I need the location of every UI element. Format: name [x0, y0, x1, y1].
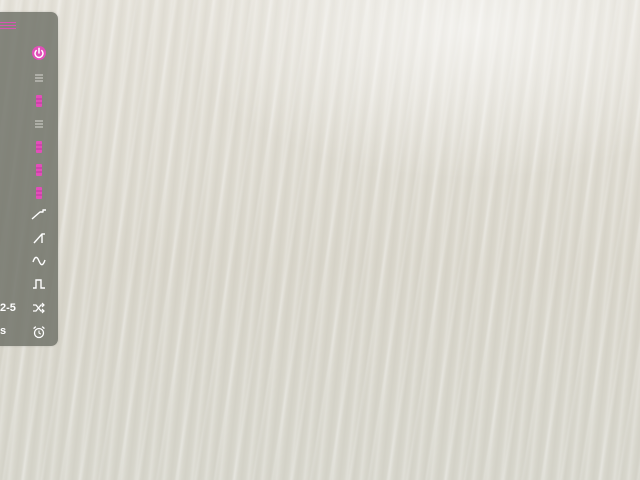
power-icon	[32, 46, 46, 60]
square-wave-icon	[33, 279, 45, 289]
sine-wave-button[interactable]	[28, 251, 50, 271]
shuffle-side-label: 2-5	[0, 302, 16, 314]
ramp-wave-icon	[31, 209, 46, 220]
alarm-icon	[33, 326, 45, 339]
color-2-button[interactable]	[28, 137, 50, 157]
alarm-side-label: s	[0, 325, 7, 337]
sawtooth-wave-icon	[33, 233, 45, 244]
sine-wave-icon	[32, 256, 46, 266]
power-button[interactable]	[28, 43, 50, 63]
palette-icon	[36, 95, 42, 107]
square-wave-button[interactable]	[28, 274, 50, 294]
list-icon	[35, 74, 43, 82]
shuffle-button[interactable]	[28, 298, 50, 318]
ramp-wave-button[interactable]	[28, 205, 50, 225]
shuffle-icon	[33, 302, 45, 314]
effects-sidebar: 2-5 s	[0, 12, 58, 346]
sawtooth-wave-button[interactable]	[28, 228, 50, 248]
menu-icon[interactable]	[0, 22, 16, 29]
color-3-button[interactable]	[28, 160, 50, 180]
color-4-button[interactable]	[28, 183, 50, 203]
palette-icon	[36, 187, 42, 199]
alarm-button[interactable]	[28, 322, 50, 342]
list-button[interactable]	[28, 68, 50, 88]
palette-icon	[36, 141, 42, 153]
list-icon	[35, 120, 43, 128]
list-2-button[interactable]	[28, 114, 50, 134]
color-1-button[interactable]	[28, 91, 50, 111]
palette-icon	[36, 164, 42, 176]
